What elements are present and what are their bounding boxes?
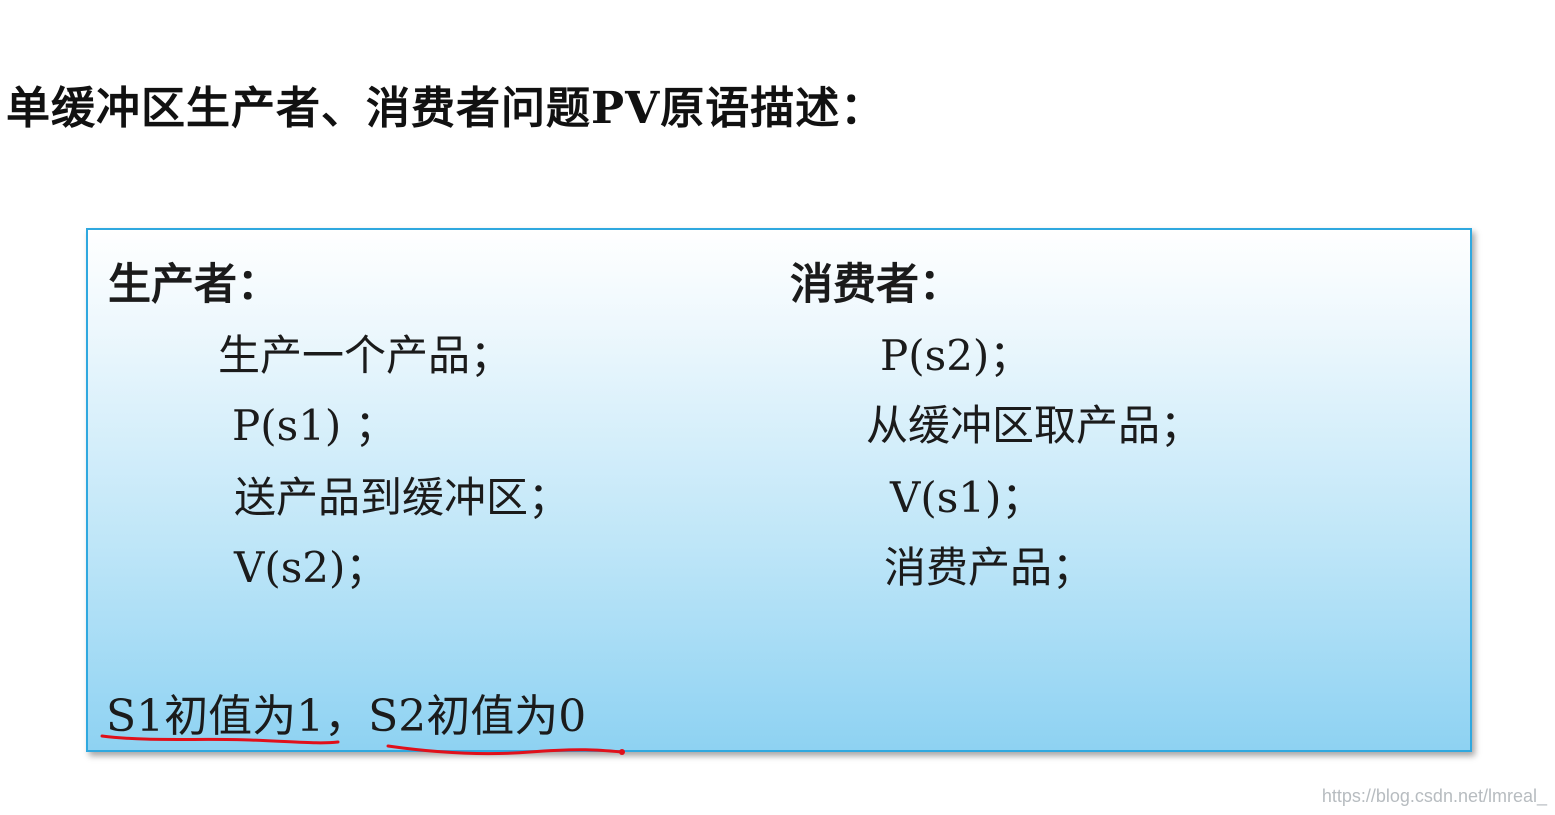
red-underline-marks <box>100 734 625 756</box>
underline-s2 <box>386 744 624 756</box>
underline-end-dot <box>619 749 625 755</box>
underline-s1 <box>100 734 340 745</box>
watermark: https://blog.csdn.net/lmreal_ <box>1321 786 1547 806</box>
